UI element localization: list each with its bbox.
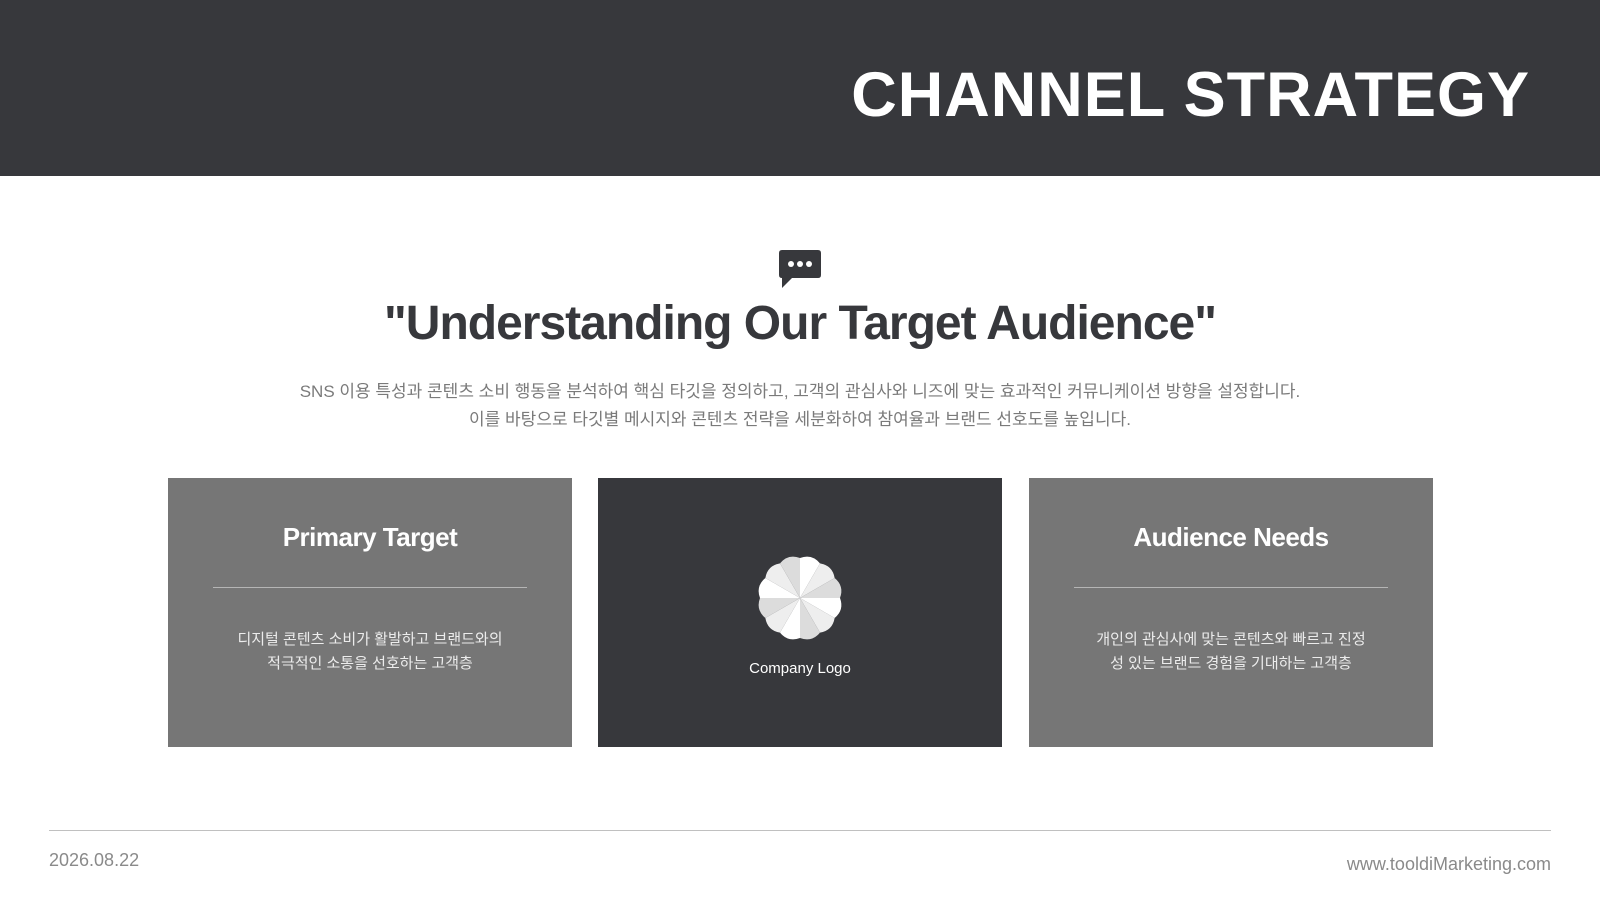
card-audience-needs: Audience Needs 개인의 관심사에 맞는 콘텐츠와 빠르고 진정 성… [1029, 478, 1433, 747]
logo-caption: Company Logo [749, 660, 851, 677]
card-text-line: 디지털 콘텐츠 소비가 활발하고 브랜드와의 [237, 631, 503, 648]
header-bar: CHANNEL STRATEGY [0, 0, 1600, 176]
flower-logo-icon [758, 556, 842, 640]
footer-url[interactable]: www.tooldiMarketing.com [1347, 854, 1551, 875]
card-text-line: 적극적인 소통을 선호하는 고객층 [267, 655, 473, 672]
card-divider [1074, 587, 1388, 588]
card-company-logo: Company Logo [598, 478, 1002, 747]
footer-divider [49, 830, 1551, 831]
section-description: SNS 이용 특성과 콘텐츠 소비 행동을 분석하여 핵심 타깃을 정의하고, … [0, 378, 1600, 434]
card-primary-target: Primary Target 디지털 콘텐츠 소비가 활발하고 브랜드와의 적극… [168, 478, 572, 747]
description-line: SNS 이용 특성과 콘텐츠 소비 행동을 분석하여 핵심 타깃을 정의하고, … [299, 382, 1301, 401]
speech-bubble-icon [779, 250, 821, 288]
description-line: 이를 바탕으로 타깃별 메시지와 콘텐츠 전략을 세분화하여 참여율과 브랜드 … [469, 410, 1131, 429]
footer-date: 2026.08.22 [49, 850, 140, 870]
page-title: CHANNEL STRATEGY [851, 60, 1530, 130]
card-title: Audience Needs [1133, 522, 1329, 552]
card-text: 개인의 관심사에 맞는 콘텐츠와 빠르고 진정 성 있는 브랜드 경험을 기대하… [1059, 628, 1403, 676]
card-text-line: 성 있는 브랜드 경험을 기대하는 고객층 [1110, 655, 1352, 672]
card-text-line: 개인의 관심사에 맞는 콘텐츠와 빠르고 진정 [1096, 631, 1366, 648]
card-divider [213, 587, 527, 588]
section-title: "Understanding Our Target Audience" [384, 297, 1217, 350]
card-title: Primary Target [282, 522, 458, 552]
card-text: 디지털 콘텐츠 소비가 활발하고 브랜드와의 적극적인 소통을 선호하는 고객층 [198, 628, 542, 676]
